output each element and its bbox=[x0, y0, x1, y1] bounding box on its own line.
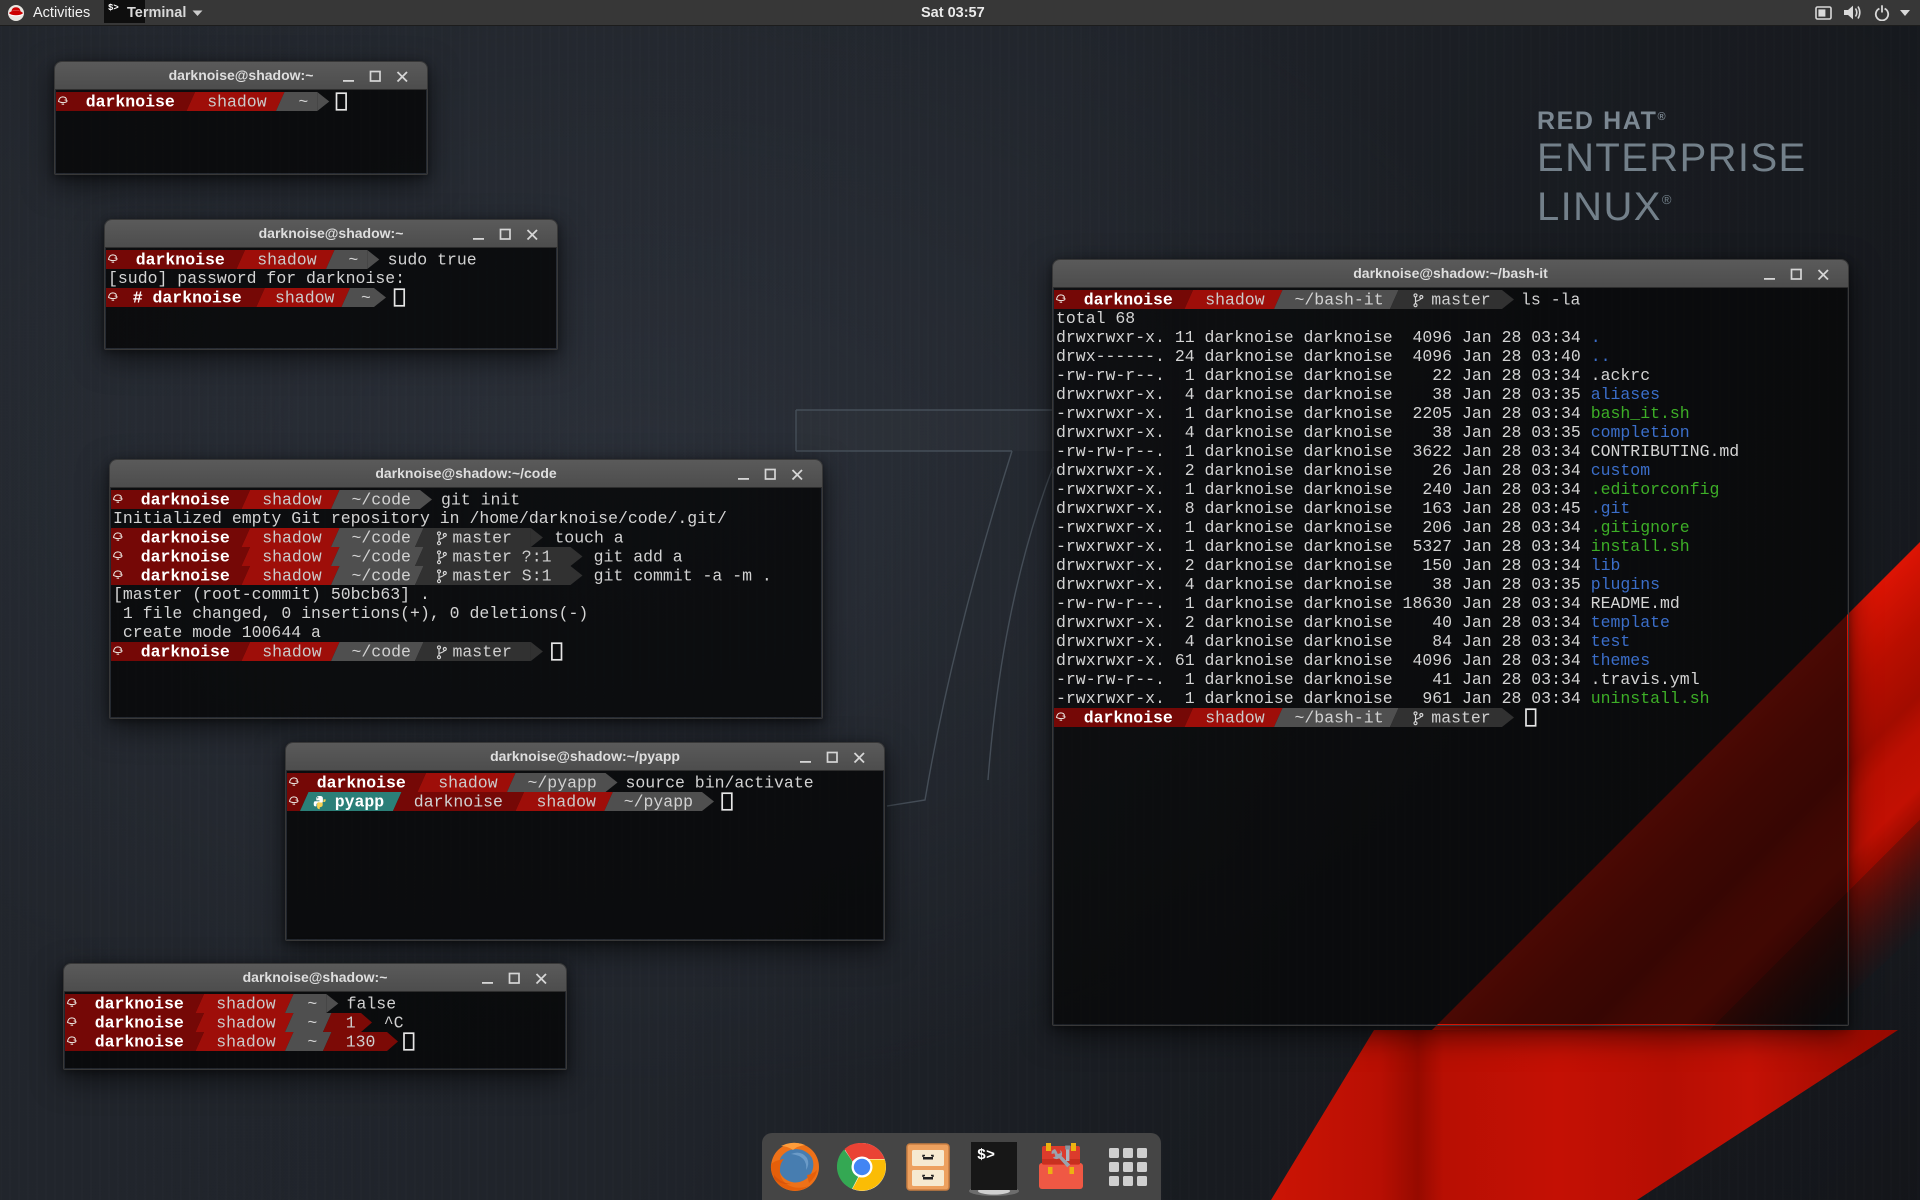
svg-text:shadow: shadow bbox=[257, 250, 317, 269]
svg-text:shadow: shadow bbox=[438, 773, 498, 792]
svg-text:master: master bbox=[453, 528, 512, 547]
svg-text:git init: git init bbox=[441, 490, 520, 509]
svg-text:~/code: ~/code bbox=[352, 547, 411, 566]
svg-text:~/code: ~/code bbox=[352, 642, 411, 661]
svg-text:darknoise: darknoise bbox=[1084, 290, 1173, 309]
svg-text:$>: $> bbox=[108, 3, 119, 13]
svg-text:$>: $> bbox=[977, 1147, 995, 1164]
svg-text:darknoise: darknoise bbox=[141, 642, 230, 661]
svg-text:shadow: shadow bbox=[262, 642, 322, 661]
svg-text:~: ~ bbox=[307, 1013, 317, 1032]
svg-text:shadow: shadow bbox=[262, 566, 322, 585]
svg-text:~/bash-it: ~/bash-it bbox=[1295, 290, 1384, 309]
svg-text:shadow: shadow bbox=[216, 1032, 276, 1051]
svg-text:~: ~ bbox=[307, 1032, 317, 1051]
svg-text:darknoise: darknoise bbox=[95, 994, 184, 1013]
svg-text:shadow: shadow bbox=[1205, 290, 1265, 309]
svg-text:darknoise: darknoise bbox=[141, 528, 230, 547]
svg-text:~/code: ~/code bbox=[352, 490, 411, 509]
svg-text:pyapp: pyapp bbox=[335, 792, 385, 811]
svg-text:darknoise: darknoise bbox=[95, 1032, 184, 1051]
svg-text:shadow: shadow bbox=[207, 92, 267, 111]
svg-text:sudo true: sudo true bbox=[388, 250, 477, 269]
svg-text:master ?:1: master ?:1 bbox=[453, 547, 552, 566]
svg-text:darknoise: darknoise bbox=[95, 1013, 184, 1032]
svg-text:darknoise: darknoise bbox=[86, 92, 175, 111]
svg-text:# darknoise: # darknoise bbox=[133, 288, 242, 307]
svg-text:shadow: shadow bbox=[275, 288, 335, 307]
svg-text:darknoise: darknoise bbox=[141, 490, 230, 509]
svg-text:shadow: shadow bbox=[1205, 708, 1265, 727]
svg-text:shadow: shadow bbox=[537, 792, 597, 811]
svg-text:master S:1: master S:1 bbox=[453, 566, 552, 585]
svg-text:~/code: ~/code bbox=[352, 528, 411, 547]
svg-text:shadow: shadow bbox=[262, 547, 322, 566]
svg-text:~/pyapp: ~/pyapp bbox=[528, 773, 597, 792]
svg-text:shadow: shadow bbox=[216, 1013, 276, 1032]
svg-text:~: ~ bbox=[361, 288, 371, 307]
svg-text:darknoise: darknoise bbox=[1084, 708, 1173, 727]
svg-text:~/pyapp: ~/pyapp bbox=[624, 792, 693, 811]
svg-text:shadow: shadow bbox=[262, 490, 322, 509]
svg-text:^C: ^C bbox=[384, 1013, 404, 1032]
svg-text:master: master bbox=[1431, 290, 1490, 309]
svg-text:~/bash-it: ~/bash-it bbox=[1295, 708, 1384, 727]
svg-text:master: master bbox=[453, 642, 512, 661]
svg-text:master: master bbox=[1431, 708, 1490, 727]
svg-text:ls -la: ls -la bbox=[1521, 290, 1581, 309]
svg-text:source bin/activate: source bin/activate bbox=[626, 773, 814, 792]
svg-text:touch a: touch a bbox=[554, 528, 623, 547]
svg-text:1: 1 bbox=[346, 1013, 356, 1032]
svg-text:~: ~ bbox=[298, 92, 308, 111]
svg-text:false: false bbox=[347, 994, 397, 1013]
svg-text:darknoise: darknoise bbox=[141, 566, 230, 585]
svg-text:git commit -a -m .: git commit -a -m . bbox=[594, 566, 772, 585]
svg-text:shadow: shadow bbox=[262, 528, 322, 547]
svg-text:~: ~ bbox=[348, 250, 358, 269]
svg-text:130: 130 bbox=[346, 1032, 376, 1051]
svg-text:git add a: git add a bbox=[594, 547, 683, 566]
svg-text:~: ~ bbox=[307, 994, 317, 1013]
svg-text:~/code: ~/code bbox=[352, 566, 411, 585]
svg-text:darknoise: darknoise bbox=[317, 773, 406, 792]
svg-text:darknoise: darknoise bbox=[414, 792, 503, 811]
svg-text:darknoise: darknoise bbox=[141, 547, 230, 566]
svg-text:darknoise: darknoise bbox=[136, 250, 225, 269]
svg-text:shadow: shadow bbox=[216, 994, 276, 1013]
